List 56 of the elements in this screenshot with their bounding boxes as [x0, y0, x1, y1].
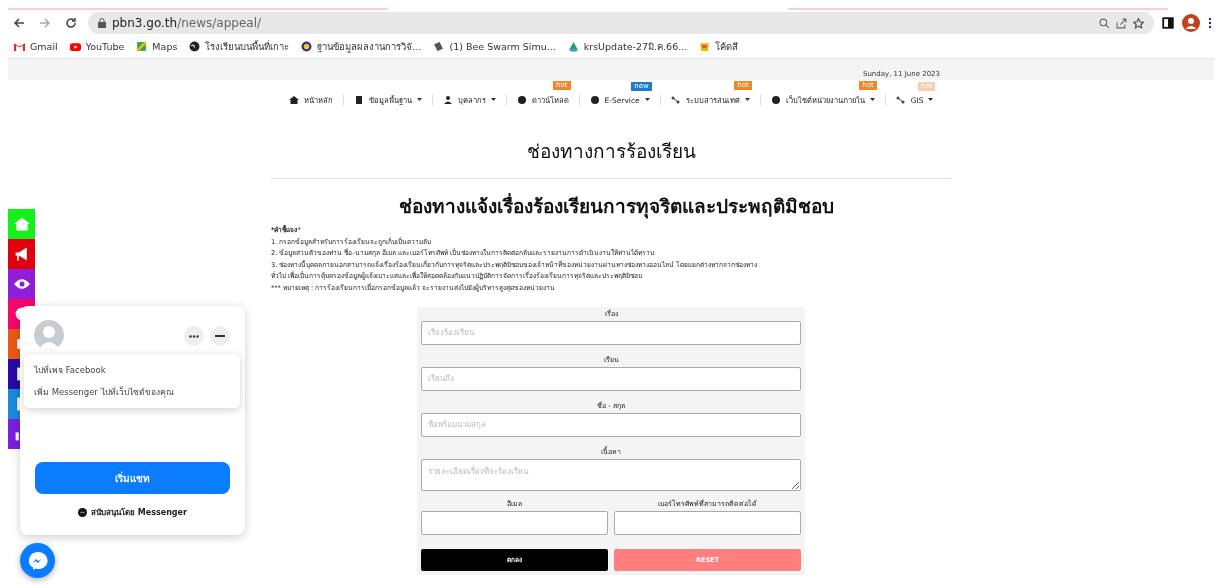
mail-icon [14, 40, 25, 52]
bookmark-link[interactable]: โค้ดสี [699, 38, 739, 54]
nodes-icon [670, 95, 681, 105]
page-title: ช่องทางการร้องเรียน [526, 139, 696, 164]
more-button[interactable] [184, 326, 204, 346]
cube-icon [433, 40, 445, 52]
side-panel-icon[interactable] [1162, 17, 1174, 29]
side-shortcut-button[interactable] [8, 269, 35, 299]
bookmark-link[interactable]: Gmail [14, 40, 58, 52]
minimize-button[interactable] [210, 326, 230, 346]
star-icon[interactable] [1133, 17, 1144, 29]
zoom-icon[interactable] [1099, 17, 1110, 29]
house-icon [288, 95, 299, 105]
nodes-icon [895, 95, 906, 105]
bookmark-link[interactable]: โรงเรียนบนพื้นที่เกาะ [189, 38, 290, 54]
more-icon [189, 334, 199, 338]
map-icon [136, 40, 148, 52]
content-textarea[interactable]: รายละเอียดเรื่องที่จะร้องเรียน [421, 458, 801, 491]
cup-icon [699, 40, 711, 52]
profile-avatar[interactable] [1182, 14, 1200, 32]
input-field[interactable]: เรียนถึง [421, 366, 801, 391]
input-field[interactable]: ชื่อพร้อมนามสกุล [421, 412, 801, 437]
megaphone-icon [13, 246, 30, 262]
menu-icon[interactable] [1208, 17, 1212, 29]
eye-icon [13, 276, 30, 292]
share-icon[interactable] [1116, 17, 1127, 29]
side-shortcut-button[interactable] [8, 239, 35, 269]
start-chat-button[interactable]: เริ่มแชท [35, 462, 230, 494]
lock-icon [98, 18, 106, 28]
input-field[interactable] [421, 511, 608, 536]
house-icon [13, 216, 30, 232]
book-icon [353, 95, 364, 105]
arrow-left-icon [13, 17, 25, 29]
section-heading: ช่องทางแจ้งเรื่องร้องเรียนการทุจริตและประพฤติมิชอบ [398, 192, 834, 221]
minus-icon [215, 335, 225, 337]
menu-item[interactable]: ไปที่เพจ Facebook [34, 363, 230, 377]
reload-icon [65, 17, 77, 29]
address-bar[interactable]: pbn3.go.th/news/appeal/ [88, 12, 1154, 34]
triangle-icon [567, 40, 579, 52]
bookmark-link[interactable]: YouTube [69, 40, 125, 52]
input-field[interactable]: เรื่องร้องเรียน [421, 320, 801, 345]
menu-item[interactable]: เพิ่ม Messenger ไปที่เว็บไซต์ของคุณ [34, 385, 230, 399]
avatar [34, 320, 64, 350]
arrow-right-icon [39, 17, 51, 29]
bookmark-link[interactable]: ฐานข้อมูลผลงานการวิจั... [301, 38, 422, 54]
input-field[interactable] [614, 511, 801, 536]
messenger-icon [78, 508, 88, 517]
person-icon [442, 95, 453, 105]
play-icon [69, 40, 81, 52]
messenger-icon [27, 550, 48, 571]
bookmark-link[interactable]: krsUpdate-27มิ.ค.66... [567, 38, 688, 54]
seal-icon [301, 40, 313, 52]
powered-by-text: สนับสนุนโดย Messenger [91, 506, 187, 519]
messenger-button[interactable] [20, 543, 55, 578]
bookmark-link[interactable]: Maps [136, 40, 178, 52]
bookmark-link[interactable]: (1) Bee Swarm Simu... [433, 40, 556, 52]
